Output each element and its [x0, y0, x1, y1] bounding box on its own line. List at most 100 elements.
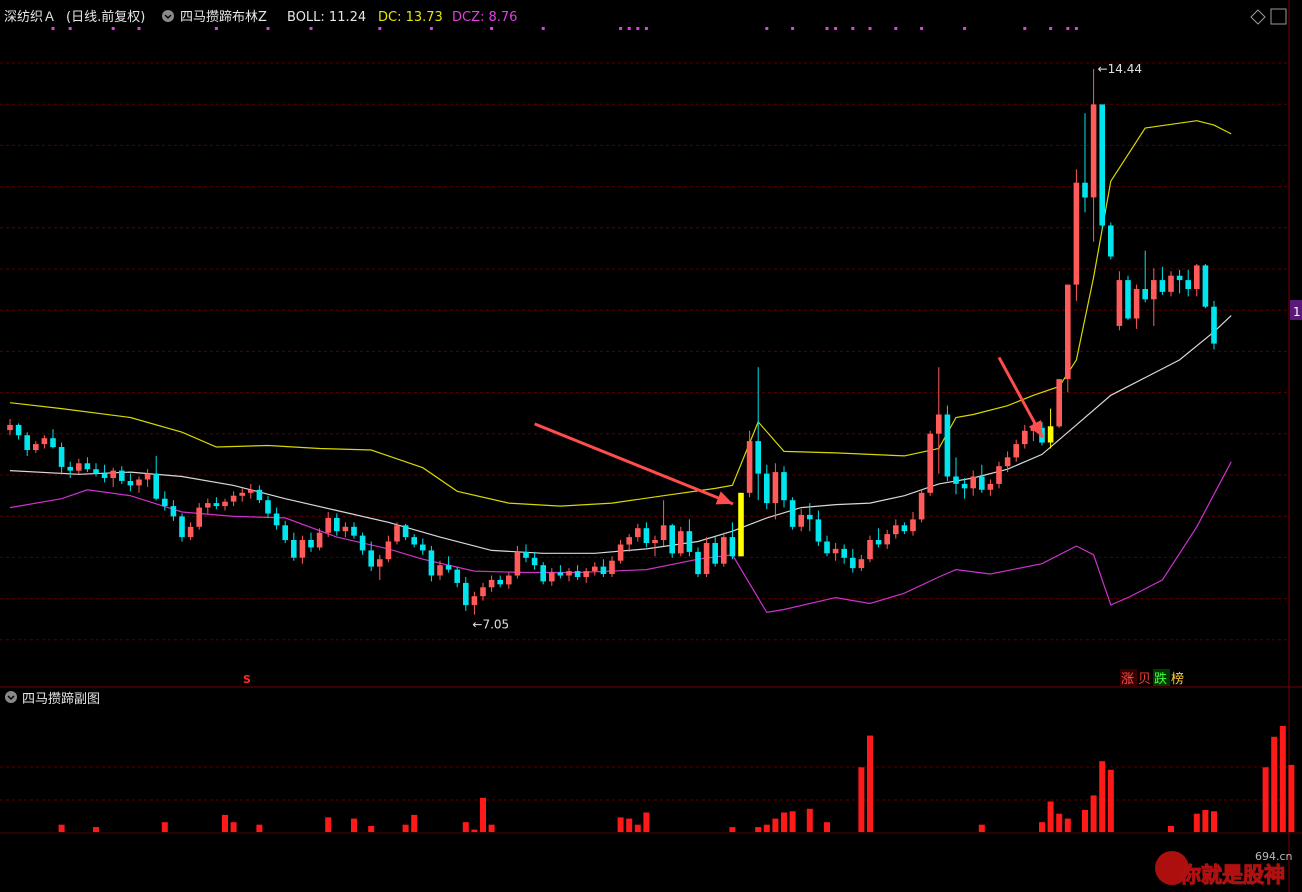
- volume-bar: [634, 824, 641, 832]
- candle-body: [1047, 426, 1054, 443]
- period-label[interactable]: (日线.前复权): [66, 9, 145, 25]
- volume-bar: [643, 812, 650, 832]
- right-edge-label: 1: [1293, 305, 1301, 319]
- volume-bar: [256, 824, 263, 832]
- candle-body: [196, 507, 202, 527]
- subchart-menu-icon[interactable]: [5, 691, 17, 703]
- candle-body: [7, 424, 13, 431]
- candle-body: [351, 526, 357, 536]
- top-signal-marker: [851, 27, 855, 30]
- candle-body: [996, 466, 1002, 484]
- candle-body: [239, 492, 245, 496]
- candle-body: [1151, 280, 1157, 300]
- candle-body: [497, 579, 503, 585]
- volume-bar: [1064, 818, 1071, 832]
- candle-body: [858, 559, 865, 569]
- candle-body: [841, 548, 847, 558]
- candle-body: [291, 540, 297, 558]
- candle-body: [1176, 275, 1183, 281]
- candle-body: [695, 551, 701, 575]
- candle-body: [282, 525, 288, 541]
- volume-bar: [772, 818, 779, 832]
- dc-value: DC: 13.73: [378, 10, 443, 25]
- volume-bar: [824, 822, 830, 832]
- candle-body: [764, 473, 770, 504]
- candle-body: [557, 572, 564, 576]
- candle-body: [1099, 104, 1105, 226]
- candle-body: [523, 551, 529, 558]
- candle-body: [712, 543, 718, 564]
- rank-label-shell[interactable]: 贝: [1138, 672, 1151, 687]
- candle-body: [660, 525, 667, 541]
- indicator-menu-icon[interactable]: [162, 10, 174, 22]
- volume-bar: [1168, 825, 1174, 832]
- candle-body: [119, 470, 125, 481]
- candle-body: [944, 414, 951, 477]
- candle-body: [815, 519, 822, 542]
- candle-body: [84, 463, 91, 470]
- candle-body: [970, 476, 976, 489]
- rank-label-rise[interactable]: 涨: [1121, 672, 1134, 687]
- top-signal-marker: [51, 27, 55, 30]
- candle-body: [377, 559, 383, 567]
- candle-body: [205, 503, 211, 508]
- candle-body: [1082, 182, 1088, 198]
- candle-body: [1159, 280, 1166, 292]
- volume-bar: [488, 824, 495, 832]
- chart-background: [0, 0, 1302, 892]
- volume-bar: [1288, 764, 1295, 832]
- volume-bar: [1211, 811, 1217, 832]
- candle-body: [24, 435, 30, 450]
- candle-body: [488, 579, 495, 588]
- candle-body: [583, 571, 589, 577]
- rank-label-list[interactable]: 榜: [1171, 671, 1184, 687]
- subchart-title: 四马攒蹄副图: [22, 691, 100, 707]
- rank-label-fall[interactable]: 跌: [1154, 671, 1167, 687]
- volume-bar: [626, 818, 633, 832]
- candle-body: [1090, 104, 1097, 198]
- top-signal-marker: [111, 27, 115, 30]
- candle-body: [961, 483, 968, 489]
- candle-body: [58, 447, 65, 467]
- top-signal-marker: [378, 27, 382, 30]
- candle-body: [600, 566, 607, 574]
- volume-bar: [1279, 725, 1286, 832]
- top-signal-marker: [963, 27, 967, 30]
- s-signal: S: [243, 673, 251, 686]
- volume-bar: [1039, 822, 1045, 832]
- top-signal-marker: [214, 27, 218, 30]
- candle-body: [273, 513, 280, 526]
- candle-body: [411, 537, 417, 545]
- top-signal-marker: [1023, 27, 1027, 30]
- top-signal-marker: [1049, 27, 1053, 30]
- candle-body: [385, 541, 392, 560]
- volume-bar: [1193, 813, 1200, 832]
- candle-body: [807, 514, 813, 520]
- candle-body: [437, 565, 443, 576]
- top-signal-marker: [636, 27, 640, 30]
- volume-bar: [58, 824, 65, 832]
- candle-body: [540, 565, 546, 582]
- candle-body: [1013, 444, 1019, 458]
- volume-bar: [1090, 795, 1097, 832]
- candle-body: [50, 438, 56, 448]
- indicator-name[interactable]: 四马攒蹄布林Z: [180, 9, 267, 25]
- candle-body: [703, 543, 710, 574]
- volume-bar: [1271, 736, 1278, 832]
- candle-body: [1142, 289, 1148, 300]
- candle-body: [884, 534, 890, 545]
- candle-body: [566, 571, 572, 576]
- stock-chart[interactable]: ←14.44 ←7.05 深纺织Ａ (日线.前复权) 四马攒蹄布林Z BOLL: …: [0, 0, 1302, 892]
- volume-bar: [161, 822, 168, 832]
- candle-body: [592, 566, 598, 571]
- candle-body: [101, 473, 108, 478]
- top-signal-marker: [429, 27, 433, 30]
- top-signal-marker: [68, 27, 72, 30]
- candle-body: [1211, 306, 1217, 344]
- candle-body: [738, 492, 744, 557]
- top-signal-marker: [309, 27, 313, 30]
- candle-body: [979, 476, 985, 490]
- volume-bar: [763, 824, 770, 832]
- candle-body: [170, 506, 177, 517]
- candle-body: [471, 596, 478, 606]
